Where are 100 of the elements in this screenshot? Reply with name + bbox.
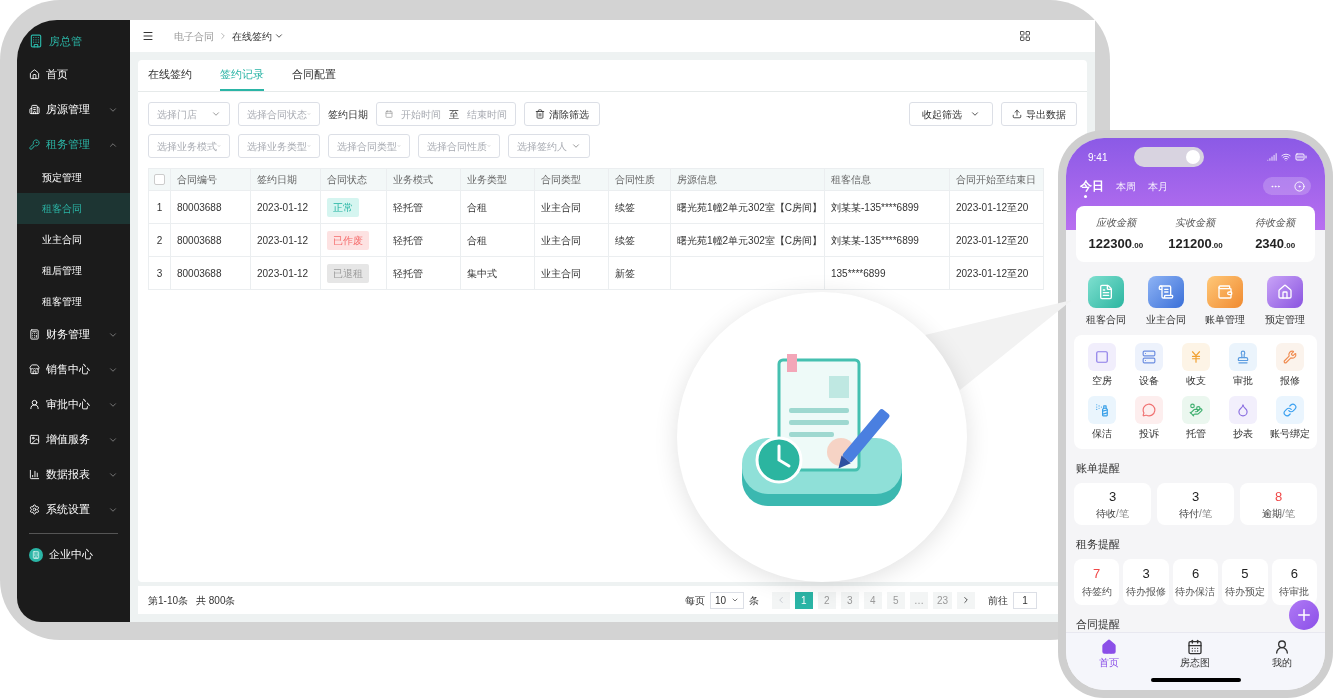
sidebar-item[interactable]: 销售中心: [17, 352, 130, 387]
tool-button[interactable]: 抄表: [1219, 396, 1266, 441]
store-icon: [29, 364, 40, 375]
column-header: 合同性质: [608, 168, 671, 191]
reminder-card[interactable]: 5 待办预定: [1222, 558, 1268, 605]
reminder-card[interactable]: 3 待收/笔: [1074, 482, 1151, 525]
reminder-card[interactable]: 3 待办报修: [1123, 558, 1169, 605]
chevron-down-icon: [571, 141, 581, 151]
reminder-count: 3: [1191, 487, 1200, 506]
tool-button[interactable]: 收支: [1172, 343, 1219, 388]
reminder-count: 3: [1142, 565, 1150, 584]
reminder-card[interactable]: 3 待付/笔: [1157, 482, 1234, 525]
app-logo-text: 房总管: [49, 33, 82, 49]
chevron-down-icon: [274, 31, 284, 41]
row-number: 3: [148, 256, 171, 290]
reminder-card[interactable]: 6 待办保洁: [1172, 558, 1219, 605]
row-number: 2: [148, 223, 171, 257]
summary-amount: 2340.00: [1255, 234, 1296, 253]
sidebar-item[interactable]: 首页: [17, 57, 130, 92]
menu-icon[interactable]: [142, 30, 154, 42]
nav-tab[interactable]: 首页: [1066, 639, 1153, 671]
reminder-label: 待办预定: [1224, 584, 1265, 599]
table-cell: 80003688: [170, 256, 251, 290]
tool-button[interactable]: 空房: [1078, 343, 1125, 388]
capsule-menu[interactable]: [1263, 177, 1311, 195]
reminder-label: 待签约: [1081, 584, 1112, 599]
reminder-card[interactable]: 8 逾期/笔: [1240, 482, 1317, 525]
reminder-card[interactable]: 7 待签约: [1074, 558, 1120, 605]
period-tab[interactable]: 本月: [1148, 178, 1168, 194]
chevron-down-icon: [211, 109, 221, 119]
export-button[interactable]: 导出数据: [1001, 102, 1077, 126]
status-tag: 正常: [327, 197, 359, 217]
grid-icon[interactable]: [1019, 30, 1031, 42]
nav-tab[interactable]: 我的: [1238, 639, 1325, 671]
shortcut-button[interactable]: 业主合同: [1135, 276, 1196, 327]
table-cell: 轻托管: [386, 256, 461, 290]
table-cell: 业主合同: [534, 256, 609, 290]
reminder-card[interactable]: 6 待审批: [1271, 558, 1317, 605]
tool-button[interactable]: 保洁: [1078, 396, 1125, 441]
caret-icon: [730, 596, 739, 604]
range-separator: 至: [449, 107, 459, 122]
breadcrumb-current[interactable]: 在线签约: [232, 28, 284, 44]
tab[interactable]: 合同配置: [292, 67, 336, 91]
total-text: 共 800条: [196, 593, 236, 608]
table-cell: 曙光苑1幢2单元302室【C房间】: [670, 223, 825, 257]
sidebar-item[interactable]: 财务管理: [17, 317, 130, 352]
sidebar-subitem[interactable]: 业主合同: [17, 224, 130, 255]
tool-button[interactable]: 报修: [1266, 343, 1313, 388]
clear-filters-button[interactable]: 清除筛选: [524, 102, 600, 126]
next-page-button[interactable]: [957, 591, 975, 609]
sidebar-subitem[interactable]: 租客管理: [17, 286, 130, 317]
table-cell: 刘某某-135****6899: [824, 223, 950, 257]
reminder-count: 6: [1290, 565, 1298, 584]
select-all-checkbox[interactable]: [154, 174, 165, 185]
nav-tab[interactable]: 房态图: [1152, 639, 1239, 671]
sidebar-item[interactable]: 系统设置: [17, 492, 130, 527]
sidebar-item[interactable]: 租务管理: [17, 127, 130, 162]
table-cell: 2023-01-12: [250, 190, 321, 224]
tool-button[interactable]: 投诉: [1125, 396, 1172, 441]
column-header: 合同状态: [320, 168, 387, 191]
reminder-count: 5: [1241, 565, 1249, 584]
collapse-filters-button[interactable]: 收起筛选: [909, 102, 993, 126]
sidebar-subitem[interactable]: 租后管理: [17, 255, 130, 286]
page-size-select[interactable]: 10: [709, 591, 744, 609]
sidebar-subitem[interactable]: 租客合同: [17, 193, 130, 224]
chevron-down-icon: [970, 109, 980, 119]
table-cell: 业主合同: [534, 223, 609, 257]
key-icon: [29, 139, 40, 150]
person-icon: [29, 399, 40, 410]
trash-icon: [535, 109, 545, 119]
tool-button[interactable]: 审批: [1219, 343, 1266, 388]
tool-button[interactable]: 设备: [1125, 343, 1172, 388]
tool-button[interactable]: 账号绑定: [1266, 396, 1313, 441]
period-tab[interactable]: 本周: [1116, 178, 1136, 194]
stamp-icon: [1228, 343, 1257, 371]
shortcut-button[interactable]: 租客合同: [1076, 276, 1136, 327]
table-cell: 80003688: [170, 190, 251, 224]
sidebar-item[interactable]: 数据报表: [17, 457, 130, 492]
tool-button[interactable]: 托管: [1172, 396, 1219, 441]
column-header: 合同类型: [534, 168, 609, 191]
goto-page-field[interactable]: 1: [1013, 591, 1037, 609]
column-header: 合同开始至结束日: [949, 168, 1044, 191]
column-header: 业务类型: [460, 168, 535, 191]
sidebar-item[interactable]: 审批中心: [17, 387, 130, 422]
sidebar-item[interactable]: 企业中心: [17, 537, 130, 572]
sidebar-subitem[interactable]: 预定管理: [17, 162, 130, 193]
range-text: 第1-10条: [148, 593, 188, 608]
table-cell: 刘某某-135****6899: [824, 190, 950, 224]
shortcut-button[interactable]: 预定管理: [1255, 276, 1315, 327]
column-header: 业务模式: [386, 168, 461, 191]
date-range-field[interactable]: 开始时间 至 结束时间: [376, 102, 516, 126]
status-tag: 已作废: [327, 230, 369, 250]
summary-label: 待收金额: [1255, 215, 1296, 230]
tab[interactable]: 在线签约: [148, 67, 192, 91]
sidebar-item[interactable]: 房源管理: [17, 92, 130, 127]
add-button[interactable]: [1289, 600, 1319, 630]
reminder-count: 3: [1108, 487, 1117, 506]
shortcut-button[interactable]: 账单管理: [1195, 276, 1256, 327]
period-tab[interactable]: 今日: [1080, 177, 1104, 195]
sidebar-item[interactable]: 增值服务: [17, 422, 130, 457]
